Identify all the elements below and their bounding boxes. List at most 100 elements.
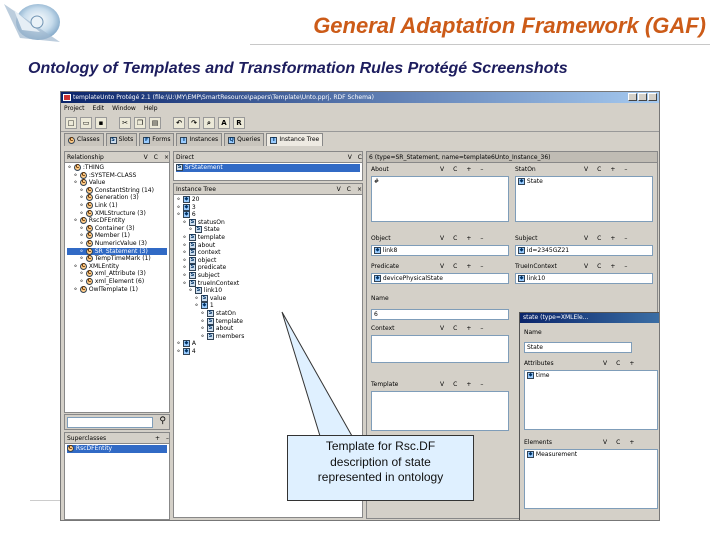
delete-instance-icon[interactable]: × — [357, 184, 362, 194]
attributes-create-button[interactable]: C — [616, 359, 620, 369]
expand-toggle-icon[interactable]: ⚬ — [200, 333, 207, 340]
instance-tree[interactable]: ⚬ ◆ 20 ⚬ ◆ 3 ⚬ ◆ 6 ⚬ S statusOn ⚬ S State ⚬ S… — [174, 195, 362, 356]
binoculars-icon[interactable]: ⚲ — [159, 416, 166, 426]
tree-item[interactable]: ⚬ C xml_Attribute (3) — [67, 270, 167, 278]
object-create-button[interactable]: C — [453, 234, 457, 244]
expand-toggle-icon[interactable]: ⚬ — [182, 280, 189, 287]
staton-field[interactable]: ◆ State — [515, 176, 653, 222]
tree-item[interactable]: ⚬ S template — [176, 317, 360, 326]
view-class-button[interactable]: V — [144, 152, 148, 162]
trueincontext-add-button[interactable]: + — [610, 262, 615, 272]
trueincontext-view-button[interactable]: V — [584, 262, 588, 272]
expand-toggle-icon[interactable]: ⚬ — [79, 225, 86, 232]
predicate-create-button[interactable]: C — [453, 262, 457, 272]
redo-icon[interactable]: ↷ — [188, 116, 200, 129]
save-project-icon[interactable]: ▪ — [95, 116, 107, 129]
elements-add-button[interactable]: + — [629, 438, 634, 448]
maximize-button[interactable] — [638, 93, 647, 101]
tab-instance-tree[interactable]: T Instance Tree — [266, 133, 324, 146]
template-create-button[interactable]: C — [453, 380, 457, 390]
view-direct-button[interactable]: V — [348, 152, 352, 162]
create-instance-button[interactable]: C — [347, 184, 351, 194]
expand-toggle-icon[interactable]: ⚬ — [200, 325, 207, 332]
tree-item[interactable]: ⚬ S value — [176, 294, 360, 303]
delete-class-icon[interactable]: × — [164, 152, 169, 162]
toolbar-a-button[interactable]: A — [218, 116, 230, 129]
expand-toggle-icon[interactable]: ⚬ — [73, 179, 80, 186]
context-create-button[interactable]: C — [453, 324, 457, 334]
tree-item[interactable]: ⚬ S about — [176, 325, 360, 333]
remove-superclass-icon[interactable]: – — [166, 433, 169, 443]
expand-toggle-icon[interactable]: ⚬ — [182, 272, 189, 279]
about-add-button[interactable]: + — [466, 165, 471, 175]
undo-icon[interactable]: ↶ — [173, 116, 185, 129]
attributes-add-button[interactable]: + — [629, 359, 634, 369]
trueincontext-field[interactable]: ◆ link10 — [515, 273, 653, 284]
expand-toggle-icon[interactable]: ⚬ — [176, 204, 183, 211]
tree-item[interactable]: ⚬ C xml_Element (6) — [67, 277, 167, 286]
object-add-button[interactable]: + — [466, 234, 471, 244]
menu-edit[interactable]: Edit — [93, 103, 105, 114]
tree-item[interactable]: ⚬ ◆ 20 — [176, 196, 360, 204]
about-view-button[interactable]: V — [440, 165, 444, 175]
tree-item[interactable]: ⚬ S State — [176, 226, 360, 234]
tree-item[interactable]: ⚬ S members — [176, 332, 360, 341]
tree-item[interactable]: ⚬ ◆ A — [176, 340, 360, 348]
create-direct-button[interactable]: C — [358, 152, 362, 162]
tab-slots[interactable]: S Slots — [105, 133, 138, 146]
tree-item[interactable]: ⚬ C ConstantString (14) — [67, 186, 167, 195]
predicate-remove-button[interactable]: – — [480, 262, 483, 272]
expand-toggle-icon[interactable]: ⚬ — [79, 194, 86, 202]
about-create-button[interactable]: C — [453, 165, 457, 175]
state-dialog-titlebar[interactable]: state (type=XMLEle... — [520, 313, 659, 323]
elements-create-button[interactable]: C — [616, 438, 620, 448]
tree-item[interactable]: ⚬ C XMLEntity — [67, 262, 167, 271]
about-field[interactable]: # — [371, 176, 509, 222]
tree-item[interactable]: ⚬ ◆ 6 — [176, 211, 360, 219]
tree-item[interactable]: ⚬ C Generation (3) — [67, 194, 167, 202]
tree-item[interactable]: ⚬ C Link (1) — [67, 201, 167, 210]
object-remove-button[interactable]: – — [480, 234, 483, 244]
expand-toggle-icon[interactable]: ⚬ — [200, 310, 207, 317]
expand-toggle-icon[interactable]: ⚬ — [176, 340, 183, 347]
context-add-button[interactable]: + — [466, 324, 471, 334]
tab-instances[interactable]: I Instances — [176, 133, 223, 146]
tree-item[interactable]: ⚬ S template — [176, 233, 360, 242]
menu-help[interactable]: Help — [144, 103, 158, 114]
expand-toggle-icon[interactable]: ⚬ — [188, 287, 195, 294]
template-field[interactable] — [371, 391, 509, 431]
expand-toggle-icon[interactable]: ⚬ — [79, 232, 86, 240]
tree-item[interactable]: ⚬ S statOn — [176, 309, 360, 318]
expand-toggle-icon[interactable]: ⚬ — [176, 196, 183, 203]
tree-item[interactable]: ⚬ C :THING — [67, 164, 167, 172]
tree-item[interactable]: ⚬ S context — [176, 249, 360, 257]
expand-toggle-icon[interactable]: ⚬ — [182, 264, 189, 272]
expand-toggle-icon[interactable]: ⚬ — [79, 270, 86, 278]
expand-toggle-icon[interactable]: ⚬ — [79, 255, 86, 262]
tree-item[interactable]: ⚬ C Container (3) — [67, 224, 167, 233]
direct-instance-item[interactable]: S SrStatement — [176, 164, 360, 172]
view-instance-button[interactable]: V — [337, 184, 341, 194]
expand-toggle-icon[interactable]: ⚬ — [182, 257, 189, 264]
tree-item[interactable]: ⚬ S about — [176, 241, 360, 250]
expand-toggle-icon[interactable]: ⚬ — [79, 278, 86, 285]
tree-item[interactable]: ⚬ S statusOn — [176, 218, 360, 227]
subject-view-button[interactable]: V — [584, 234, 588, 244]
menu-project[interactable]: Project — [64, 103, 85, 114]
tree-item[interactable]: ⚬ C OwlTemplate (1) — [67, 285, 167, 294]
tree-item[interactable]: ⚬ C Member (1) — [67, 232, 167, 240]
expand-toggle-icon[interactable]: ⚬ — [79, 187, 86, 194]
predicate-view-button[interactable]: V — [440, 262, 444, 272]
staton-add-button[interactable]: + — [610, 165, 615, 175]
attributes-list[interactable]: ◆ time — [524, 370, 658, 430]
staton-remove-button[interactable]: – — [624, 165, 627, 175]
predicate-add-button[interactable]: + — [466, 262, 471, 272]
class-search-input[interactable] — [67, 417, 153, 428]
class-tree[interactable]: ⚬ C :THING ⚬ C :SYSTEM-CLASS ⚬ C Value ⚬ C … — [65, 163, 169, 294]
tree-item[interactable]: ⚬ C TempTimeMark (1) — [67, 255, 167, 263]
menu-window[interactable]: Window — [112, 103, 136, 114]
subject-field[interactable]: ◆ id=2345GZ21 — [515, 245, 653, 256]
superclass-item[interactable]: C RscDFEntity — [67, 445, 167, 453]
predicate-field[interactable]: ◆ devicePhysicalState — [371, 273, 509, 284]
tree-item[interactable]: ⚬ C XMLStructure (3) — [67, 209, 167, 218]
